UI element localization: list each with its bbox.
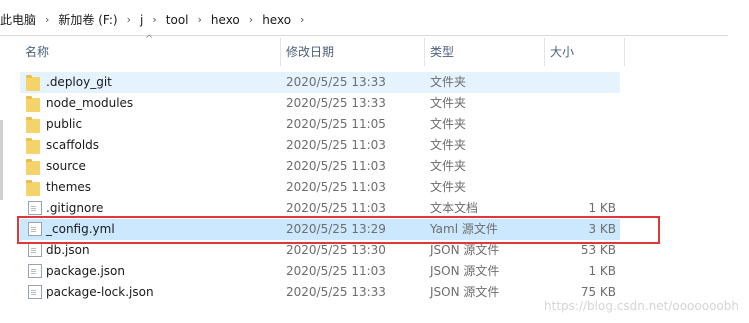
file-size: 53 KB (580, 243, 616, 257)
file-row[interactable]: node_modules 2020/5/25 13:33 文件夹 (20, 93, 620, 114)
file-name: package-lock.json (46, 285, 154, 299)
folder-icon (26, 96, 40, 112)
folder-icon (26, 117, 40, 133)
file-type: JSON 源文件 (430, 264, 500, 278)
file-row[interactable]: public 2020/5/25 11:05 文件夹 (20, 114, 620, 135)
column-header-date[interactable]: 修改日期 (286, 38, 334, 66)
file-type: 文件夹 (430, 138, 467, 152)
folder-icon (26, 138, 40, 154)
file-name: .deploy_git (46, 75, 112, 89)
breadcrumb-item-drive[interactable]: 新加卷 (F:) (58, 11, 117, 28)
file-type: 文件夹 (430, 117, 467, 131)
file-row[interactable]: .deploy_git 2020/5/25 13:33 文件夹 (20, 72, 620, 93)
sort-ascending-icon: ^ (145, 34, 154, 45)
file-row[interactable]: package.json 2020/5/25 11:03 JSON 源文件 1 KB (20, 261, 620, 282)
breadcrumb-item-tool[interactable]: tool (166, 13, 189, 27)
file-size: 3 KB (588, 222, 616, 236)
file-name: package.json (46, 264, 126, 278)
column-divider[interactable] (624, 38, 625, 66)
file-type: 文件夹 (430, 75, 467, 89)
yaml-file-icon (28, 222, 42, 236)
file-name: _config.yml (46, 222, 115, 236)
file-date: 2020/5/25 11:03 (286, 180, 386, 194)
json-file-icon (28, 264, 42, 278)
file-row[interactable]: source 2020/5/25 11:03 文件夹 (20, 156, 620, 177)
chevron-right-icon[interactable]: › (198, 13, 202, 26)
scrollbar[interactable] (0, 120, 3, 200)
file-date: 2020/5/25 11:05 (286, 117, 386, 131)
chevron-right-icon[interactable]: › (249, 13, 253, 26)
file-type: 文件夹 (430, 159, 467, 173)
chevron-right-icon[interactable]: › (300, 13, 304, 26)
file-name: .gitignore (46, 201, 104, 215)
chevron-right-icon[interactable]: › (152, 13, 156, 26)
file-date: 2020/5/25 13:29 (286, 222, 386, 236)
file-row[interactable]: package-lock.json 2020/5/25 13:33 JSON 源文件… (20, 282, 620, 303)
breadcrumb-item-hexo-current[interactable]: hexo (262, 13, 291, 27)
chevron-right-icon[interactable]: › (127, 13, 131, 26)
file-row[interactable]: _config.yml 2020/5/25 13:29 Yaml 源文件 3 KB (20, 219, 620, 240)
file-type: 文本文档 (430, 201, 479, 215)
file-date: 2020/5/25 11:03 (286, 201, 386, 215)
column-divider[interactable] (280, 38, 281, 66)
file-date: 2020/5/25 13:33 (286, 285, 386, 299)
text-file-icon (28, 201, 42, 215)
file-date: 2020/5/25 13:30 (286, 243, 386, 257)
file-date: 2020/5/25 13:33 (286, 96, 386, 110)
file-date: 2020/5/25 13:33 (286, 75, 386, 89)
file-date: 2020/5/25 11:03 (286, 264, 386, 278)
file-row[interactable]: themes 2020/5/25 11:03 文件夹 (20, 177, 620, 198)
column-header-name[interactable]: 名称 (25, 38, 49, 66)
watermark: https://blog.csdn.net/ooooooobh (544, 299, 739, 313)
column-divider[interactable] (544, 38, 545, 66)
breadcrumb-item-hexo[interactable]: hexo (211, 13, 240, 27)
file-row[interactable]: db.json 2020/5/25 13:30 JSON 源文件 53 KB (20, 240, 620, 261)
file-size: 1 KB (588, 264, 616, 278)
file-row[interactable]: .gitignore 2020/5/25 11:03 文本文档 1 KB (20, 198, 620, 219)
file-name: themes (46, 180, 92, 194)
file-name: scaffolds (46, 138, 100, 152)
file-date: 2020/5/25 11:03 (286, 138, 386, 152)
file-name: public (46, 117, 83, 131)
file-row[interactable]: scaffolds 2020/5/25 11:03 文件夹 (20, 135, 620, 156)
file-type: 文件夹 (430, 96, 467, 110)
chevron-right-icon[interactable]: › (45, 13, 49, 26)
file-type: JSON 源文件 (430, 285, 500, 299)
breadcrumb-item-this-pc[interactable]: 此电脑 (0, 11, 36, 28)
column-header-row: ^ 名称 修改日期 类型 大小 (0, 34, 749, 66)
breadcrumb-item-j[interactable]: j (140, 13, 143, 27)
breadcrumb: 此电脑 › 新加卷 (F:) › j › tool › hexo › hexo … (0, 11, 313, 28)
json-file-icon (28, 285, 42, 299)
column-divider[interactable] (424, 38, 425, 66)
file-type: 文件夹 (430, 180, 467, 194)
file-name: node_modules (46, 96, 134, 110)
folder-icon (26, 159, 40, 175)
column-header-size[interactable]: 大小 (550, 38, 574, 66)
column-header-type[interactable]: 类型 (430, 38, 454, 66)
file-size: 1 KB (588, 201, 616, 215)
file-name: source (46, 159, 86, 173)
address-bar[interactable]: 此电脑 › 新加卷 (F:) › j › tool › hexo › hexo … (0, 5, 728, 36)
json-file-icon (28, 243, 42, 257)
file-type: Yaml 源文件 (430, 222, 498, 236)
file-name: db.json (46, 243, 90, 257)
folder-icon (26, 75, 40, 91)
folder-icon (26, 180, 40, 196)
file-type: JSON 源文件 (430, 243, 500, 257)
file-date: 2020/5/25 11:03 (286, 159, 386, 173)
